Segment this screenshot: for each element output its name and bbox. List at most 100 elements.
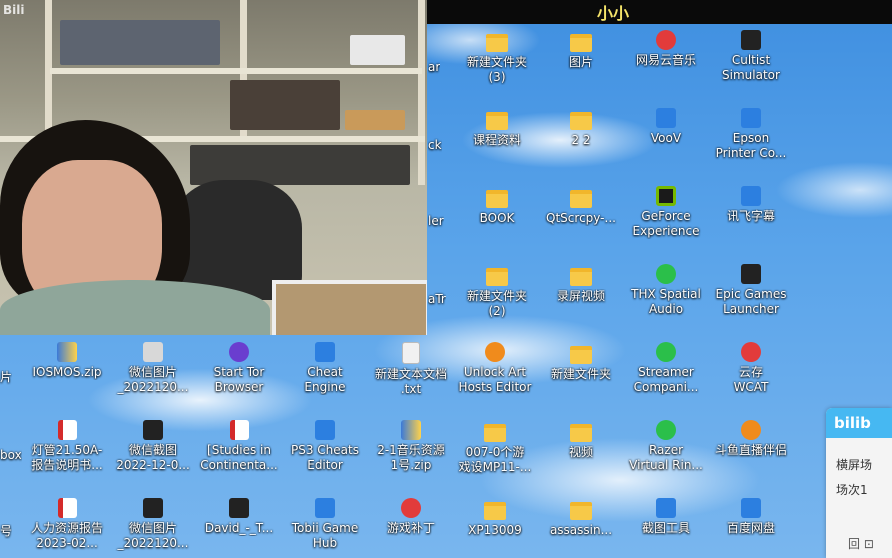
desktop-icon-label: Simulator: [722, 68, 780, 82]
desktop-icon[interactable]: Start Tor Browser: [196, 342, 282, 395]
desktop-icon[interactable]: 2-1音乐资源 1号.zip: [368, 420, 454, 473]
desktop-icon-label: Hosts Editor: [458, 380, 532, 394]
desktop-icon[interactable]: 斗鱼直播伴侣: [708, 420, 794, 458]
desktop-icon-label: (2): [488, 304, 506, 318]
folder-icon: [486, 112, 508, 130]
dark-icon: [229, 498, 249, 518]
cut-off-icon-label[interactable]: ck: [428, 138, 442, 153]
cardboard-box: [272, 280, 427, 335]
green-icon: [656, 342, 676, 362]
desktop-icon-label: 云存: [738, 365, 763, 379]
blue-icon: [741, 186, 761, 206]
desktop-icon[interactable]: GeForce Experience: [623, 186, 709, 239]
desktop-icon-label: 微信截图: [128, 443, 177, 457]
desktop-icon[interactable]: 新建文件夹 (3): [454, 30, 540, 85]
folder-icon: [486, 268, 508, 286]
cut-off-icon-label[interactable]: aTr: [428, 292, 446, 307]
desktop-icon[interactable]: 云存 WCAT: [708, 342, 794, 395]
desktop-icon-label: Continenta...: [200, 458, 278, 472]
desktop-icon[interactable]: 微信截图 2022-12-0...: [110, 420, 196, 473]
stream-logo: Bili: [3, 3, 25, 17]
desktop-icon[interactable]: XP13009: [452, 498, 538, 538]
desktop-icon[interactable]: 游戏补丁: [368, 498, 454, 536]
desktop-icon-label: 视频: [568, 445, 593, 459]
pdf-icon: [57, 420, 77, 440]
zip-icon: [401, 420, 421, 440]
desktop-icon[interactable]: 人力资源报告 2023-02...: [24, 498, 110, 551]
desktop-icon-label: PS3 Cheats: [291, 443, 359, 457]
doc-icon: [402, 342, 420, 364]
desktop-icon[interactable]: 007-0个游 戏设MP11-...: [452, 420, 538, 475]
desktop-icon-label: XP13009: [468, 523, 522, 537]
desktop-icon-label: Browser: [214, 380, 264, 394]
desktop-icon-label: 课程资料: [472, 133, 521, 147]
shelf-board: [50, 68, 422, 74]
panel-footer-icons[interactable]: 回 ⊡: [848, 535, 874, 552]
cut-off-icon-label[interactable]: box: [0, 448, 22, 463]
cut-off-icon-label[interactable]: 片: [0, 370, 12, 385]
desktop-icon-label: Launcher: [723, 302, 779, 316]
desktop-icon-label: [Studies in: [207, 443, 271, 457]
desktop-icon[interactable]: BOOK: [454, 186, 540, 226]
gray-icon: [143, 342, 163, 362]
desktop-icon-label: 新建文件夹: [466, 55, 527, 69]
orange-icon: [741, 420, 761, 440]
folder-icon: [570, 190, 592, 208]
desktop-icon[interactable]: David_-_T...: [196, 498, 282, 536]
desktop-icon-label: Virtual Rin...: [629, 458, 703, 472]
desktop-icon[interactable]: VooV: [623, 108, 709, 146]
desktop-icon[interactable]: assassin...: [538, 498, 624, 538]
desktop-icon[interactable]: 截图工具: [623, 498, 709, 536]
desktop-icon[interactable]: Cultist Simulator: [708, 30, 794, 83]
desktop-icon[interactable]: 讯飞字幕: [708, 186, 794, 224]
desktop-icon[interactable]: 2 2: [538, 108, 624, 148]
dark-icon: [741, 30, 761, 50]
cut-off-icon-label[interactable]: 号: [0, 524, 12, 539]
desktop-icon[interactable]: 录屏视频: [538, 264, 624, 304]
desktop-icon[interactable]: IOSMOS.zip: [24, 342, 110, 380]
desktop-icon[interactable]: 微信图片 _2022120...: [110, 498, 196, 551]
desktop-icon-label: VooV: [650, 131, 682, 145]
desktop-icon-label: 灯管21.50A-: [31, 443, 103, 457]
pdf-icon: [57, 498, 77, 518]
blue-icon: [656, 108, 676, 128]
cut-off-icon-label[interactable]: ar: [428, 60, 440, 75]
desktop-icon[interactable]: 图片: [538, 30, 624, 70]
folder-icon: [484, 502, 506, 520]
desktop-icon[interactable]: QtScrcpy-...: [538, 186, 624, 226]
desktop-icon[interactable]: 百度网盘: [708, 498, 794, 536]
desktop-icon[interactable]: Tobii Game Hub: [282, 498, 368, 551]
desktop-icon[interactable]: THX Spatial Audio: [623, 264, 709, 317]
folder-icon: [486, 34, 508, 52]
desktop-icon[interactable]: 新建文件夹: [538, 342, 624, 382]
desktop-icon[interactable]: Streamer Compani...: [623, 342, 709, 395]
desktop-icon[interactable]: 新建文本文档 .txt: [368, 342, 454, 397]
desktop-icon[interactable]: 网易云音乐: [623, 30, 709, 68]
desktop-icon-label: 网易云音乐: [635, 53, 696, 67]
desktop-icon[interactable]: Razer Virtual Rin...: [623, 420, 709, 473]
purple-icon: [229, 342, 249, 362]
folder-icon: [484, 424, 506, 442]
cut-off-icon-label[interactable]: ler: [428, 214, 444, 229]
folder-icon: [570, 34, 592, 52]
desktop-icon-label: 录屏视频: [556, 289, 605, 303]
desktop-icon[interactable]: Epson Printer Co...: [708, 108, 794, 161]
desktop-icon[interactable]: [Studies in Continenta...: [196, 420, 282, 473]
desktop-icon[interactable]: 视频: [538, 420, 624, 460]
desktop-icon[interactable]: PS3 Cheats Editor: [282, 420, 368, 473]
desktop-icon[interactable]: 课程资料: [454, 108, 540, 148]
bilibili-panel[interactable]: bilib 横屏场 场次1 回 ⊡: [826, 408, 892, 558]
desktop-icon-label: 微信图片: [128, 521, 177, 535]
desktop-icon[interactable]: 新建文件夹 (2): [454, 264, 540, 319]
desktop-icon[interactable]: Unlock Art Hosts Editor: [452, 342, 538, 395]
desktop-icon-label: assassin...: [549, 523, 613, 537]
desktop-icon[interactable]: 微信图片 _2022120...: [110, 342, 196, 395]
desktop-icon-label: QtScrcpy-...: [546, 211, 616, 225]
desktop-icon[interactable]: Cheat Engine: [282, 342, 368, 395]
desktop-icon[interactable]: 灯管21.50A- 报告说明书...: [24, 420, 110, 473]
shelf-items: [345, 110, 405, 130]
desktop-icon[interactable]: Epic Games Launcher: [708, 264, 794, 317]
blue-icon: [315, 420, 335, 440]
desktop-icon-label: Start Tor: [213, 365, 265, 379]
desktop-icon-label: Razer: [648, 443, 684, 457]
